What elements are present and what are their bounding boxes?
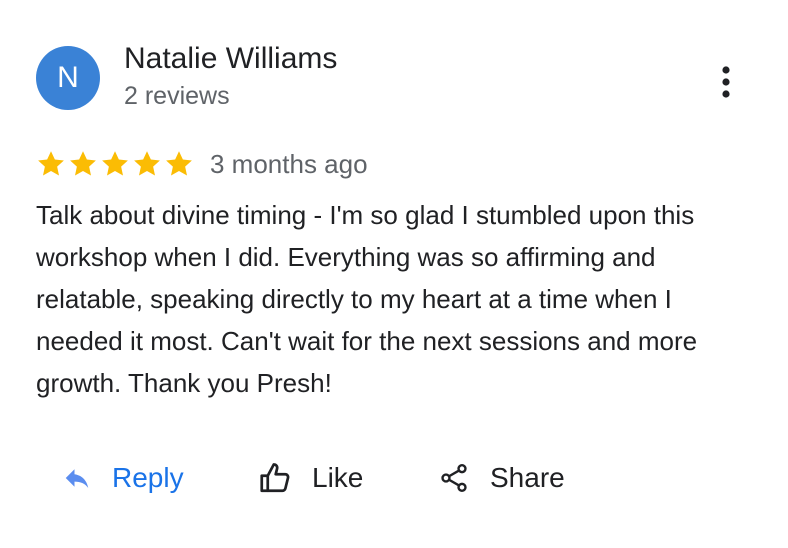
like-button[interactable]: Like [258, 452, 363, 504]
review-text: Talk about divine timing - I'm so glad I… [36, 200, 698, 398]
share-icon [441, 464, 467, 492]
rating-row: 3 months ago [36, 146, 368, 182]
avatar[interactable]: N [36, 46, 100, 110]
star-icon [38, 151, 64, 176]
more-options-button[interactable] [708, 62, 744, 102]
star-icon [166, 151, 192, 176]
share-label: Share [490, 462, 565, 493]
review-age: 3 months ago [210, 148, 368, 179]
reply-arrow-icon [65, 469, 89, 488]
star-icon [134, 151, 160, 176]
reply-button[interactable]: Reply [62, 452, 184, 504]
star-rating [36, 149, 194, 179]
star-icon [102, 151, 128, 176]
reply-label: Reply [112, 462, 184, 493]
share-button[interactable]: Share [438, 452, 565, 504]
avatar-initial: N [57, 61, 79, 94]
like-label: Like [312, 462, 364, 493]
review-card: N Natalie Williams 2 reviews 3 months ag… [0, 0, 788, 548]
review-actions: Reply Like Share [0, 452, 788, 504]
thumbs-up-icon [260, 463, 290, 493]
author-name[interactable]: Natalie Williams [124, 42, 337, 76]
more-vertical-icon [722, 66, 730, 98]
star-icon [70, 151, 96, 176]
author-review-count: 2 reviews [124, 82, 230, 110]
